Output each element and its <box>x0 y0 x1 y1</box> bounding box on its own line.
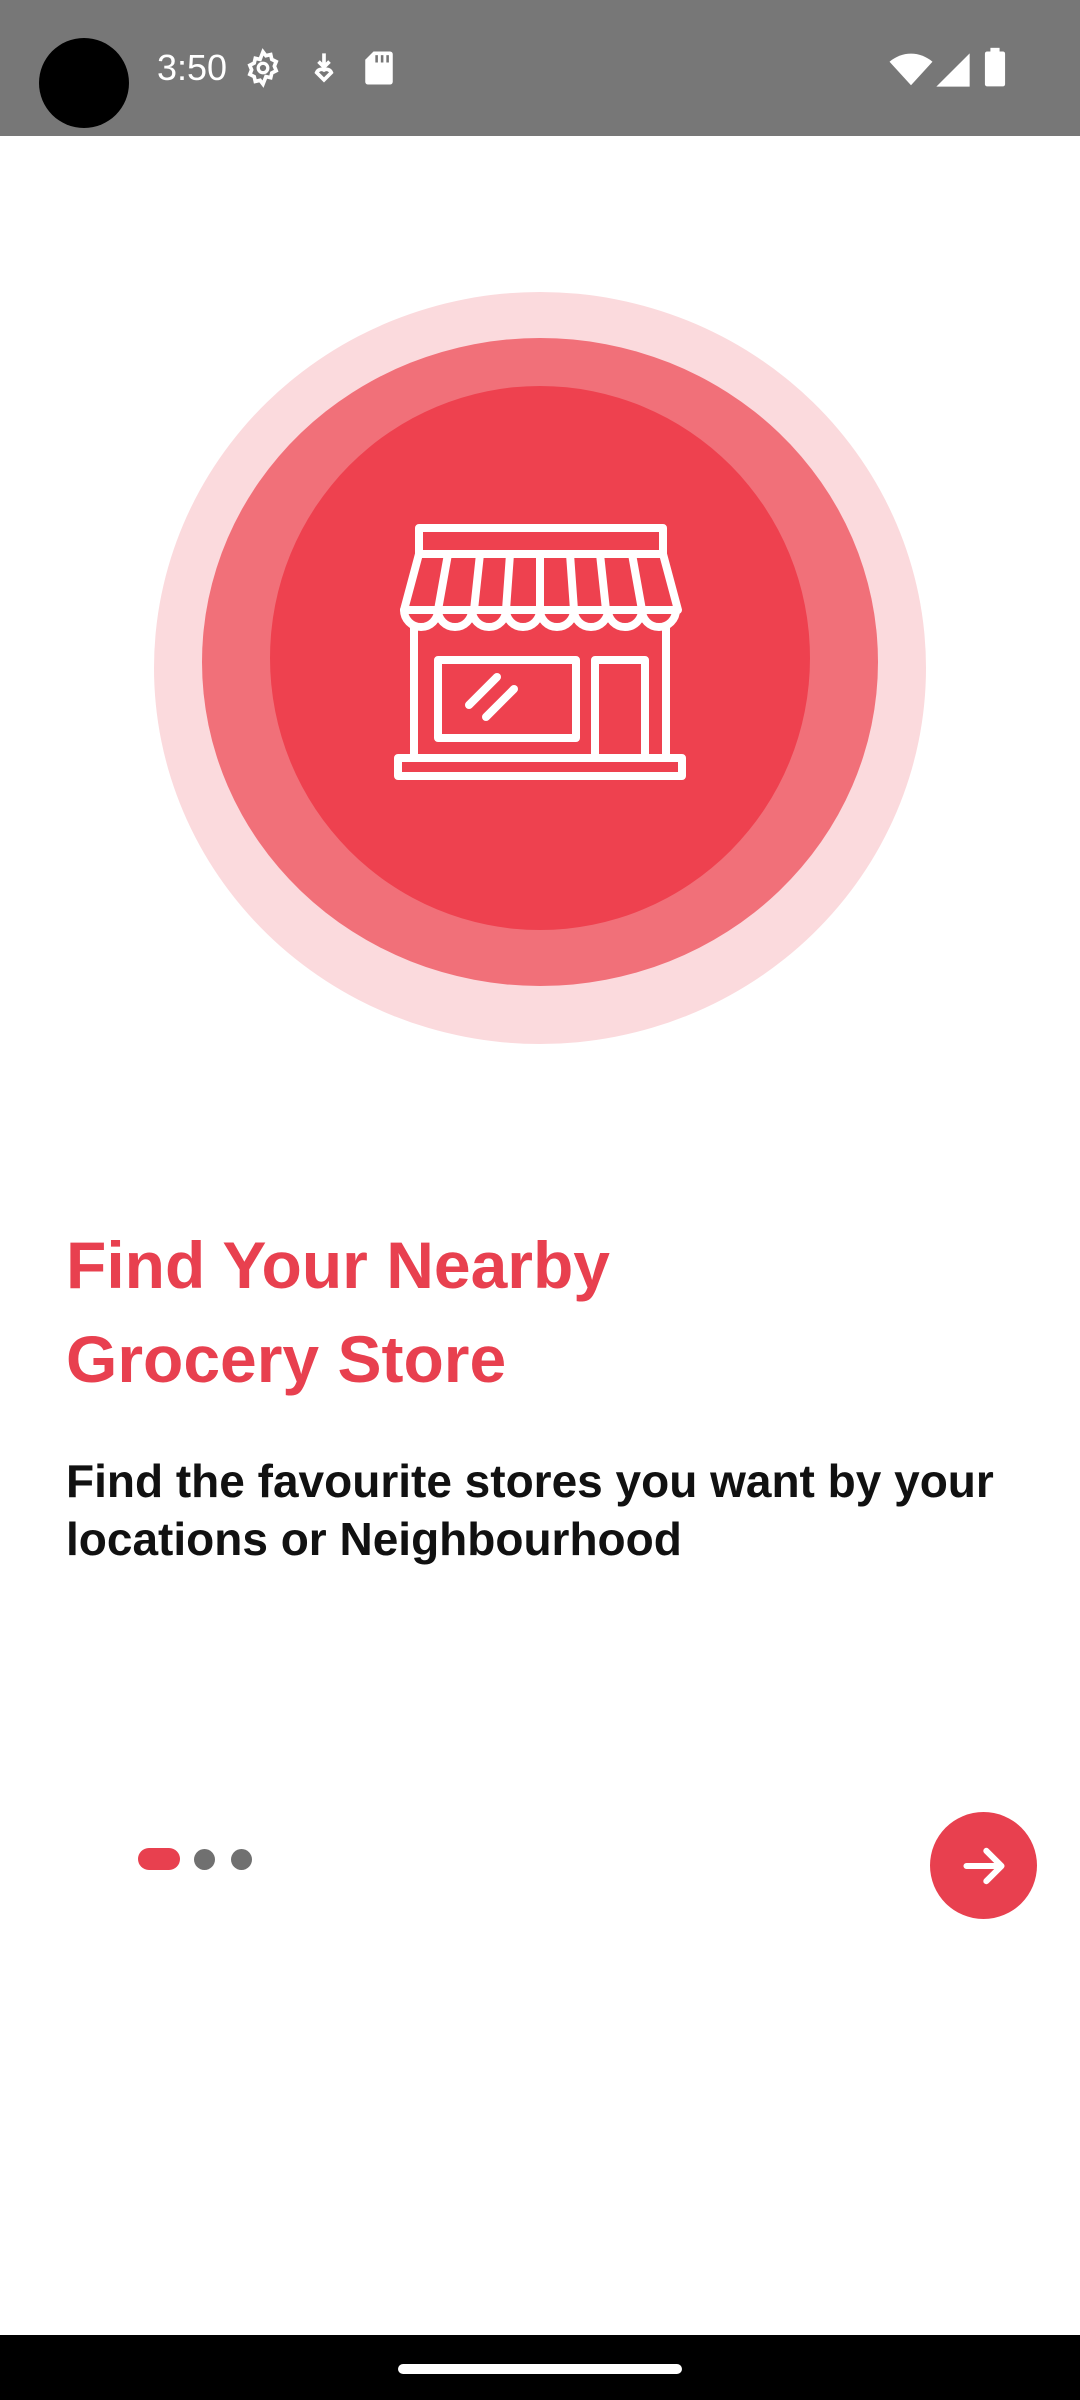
page-indicator <box>138 1848 268 1870</box>
status-bar: 3:50 <box>0 0 1080 136</box>
onboarding-illustration <box>154 292 926 1044</box>
wifi-icon <box>889 53 933 86</box>
sd-card-icon <box>365 51 393 85</box>
download-icon <box>314 53 334 83</box>
settings-gear-icon <box>247 48 279 88</box>
page-indicator-dot <box>194 1848 215 1870</box>
title-line-2: Grocery Store <box>66 1322 507 1396</box>
camera-cutout <box>39 38 129 128</box>
title-line-1: Find Your Nearby <box>66 1228 610 1302</box>
home-gesture-handle[interactable] <box>398 2364 682 2374</box>
onboarding-description: Find the favourite stores you want by yo… <box>66 1455 994 1565</box>
onboarding-title: Find Your Nearby Grocery Store <box>66 1218 966 1406</box>
next-button[interactable] <box>930 1812 1037 1919</box>
arrow-right-icon <box>962 1847 1005 1884</box>
cellular-signal-icon <box>936 53 970 87</box>
page-indicator-dot <box>231 1848 252 1870</box>
battery-icon <box>984 47 1006 87</box>
page-indicator-dot-active <box>138 1848 180 1870</box>
status-time: 3:50 <box>157 47 228 88</box>
